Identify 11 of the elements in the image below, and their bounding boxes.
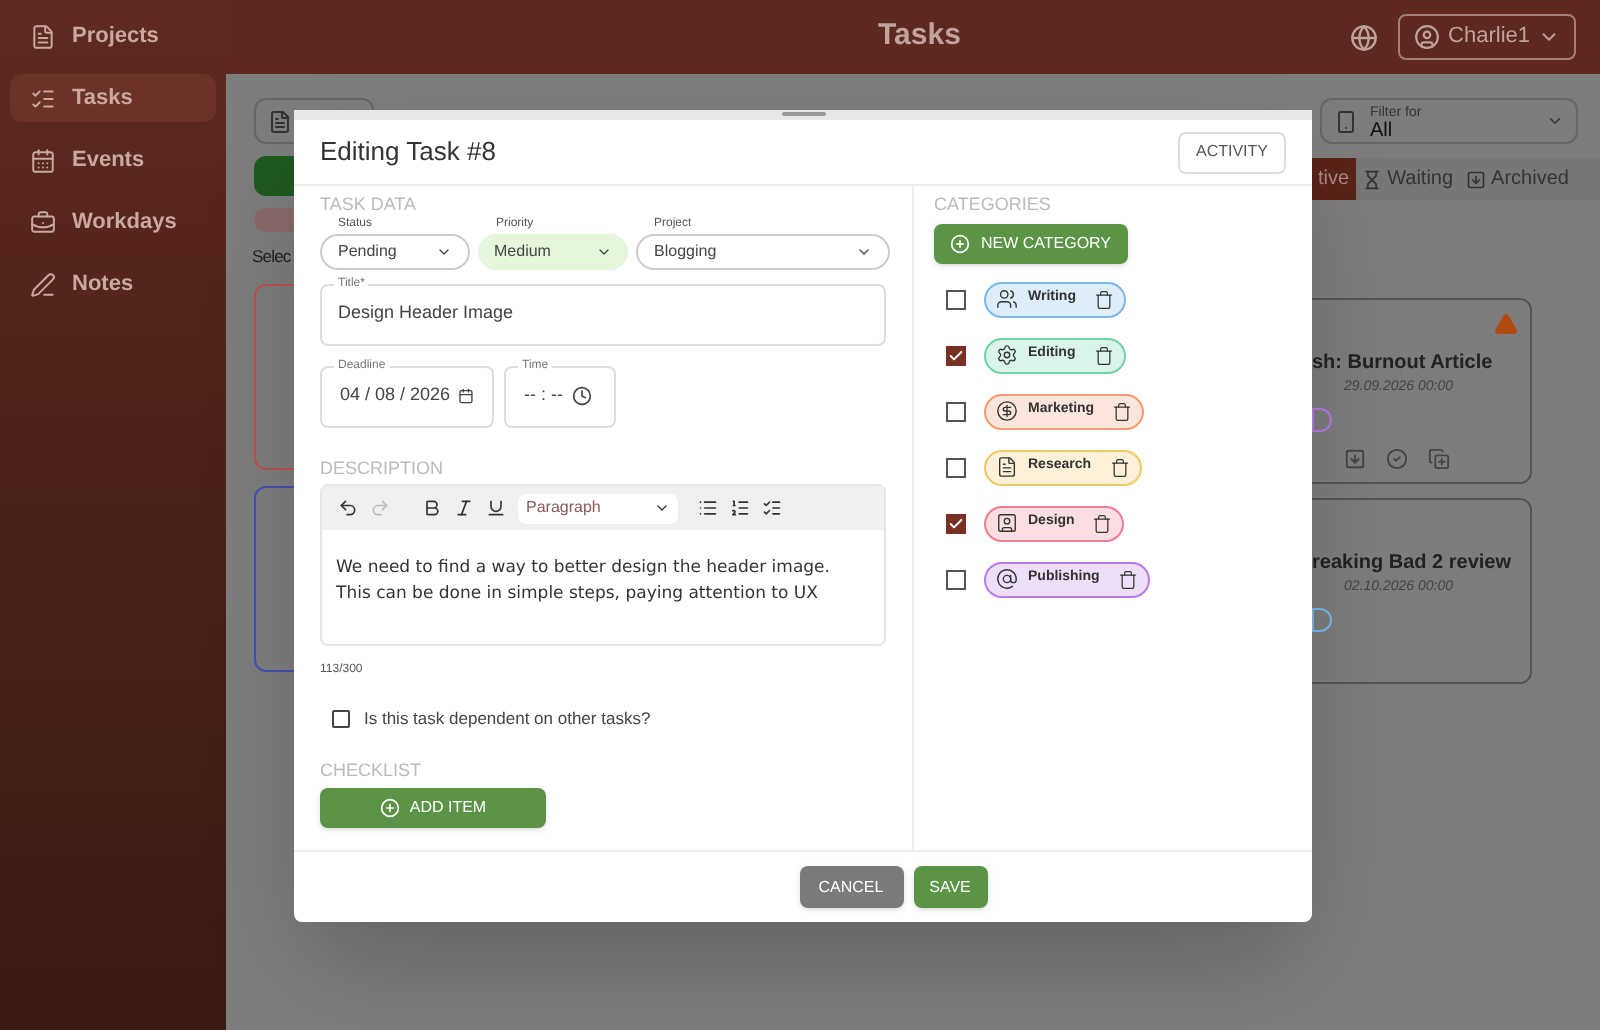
select-label: Selec (252, 244, 291, 268)
page-title: Tasks (878, 16, 961, 57)
description-text: We need to find a way to better design the header image. This can be done in simple steps, paying attention to UX (334, 556, 832, 608)
section-heading: CATEGORIES (934, 192, 1053, 218)
section-heading: DESCRIPTION (320, 455, 446, 481)
dialog-title: Editing Task #8 (320, 134, 496, 171)
card-title: sh: Burnout Article (1312, 350, 1495, 378)
card-title: reaking Bad 2 review (1312, 550, 1513, 578)
section-heading: TASK DATA (320, 192, 419, 217)
section-heading: CHECKLIST (320, 757, 424, 784)
checkbox-label: Is this task dependent on other tasks? (364, 706, 651, 732)
